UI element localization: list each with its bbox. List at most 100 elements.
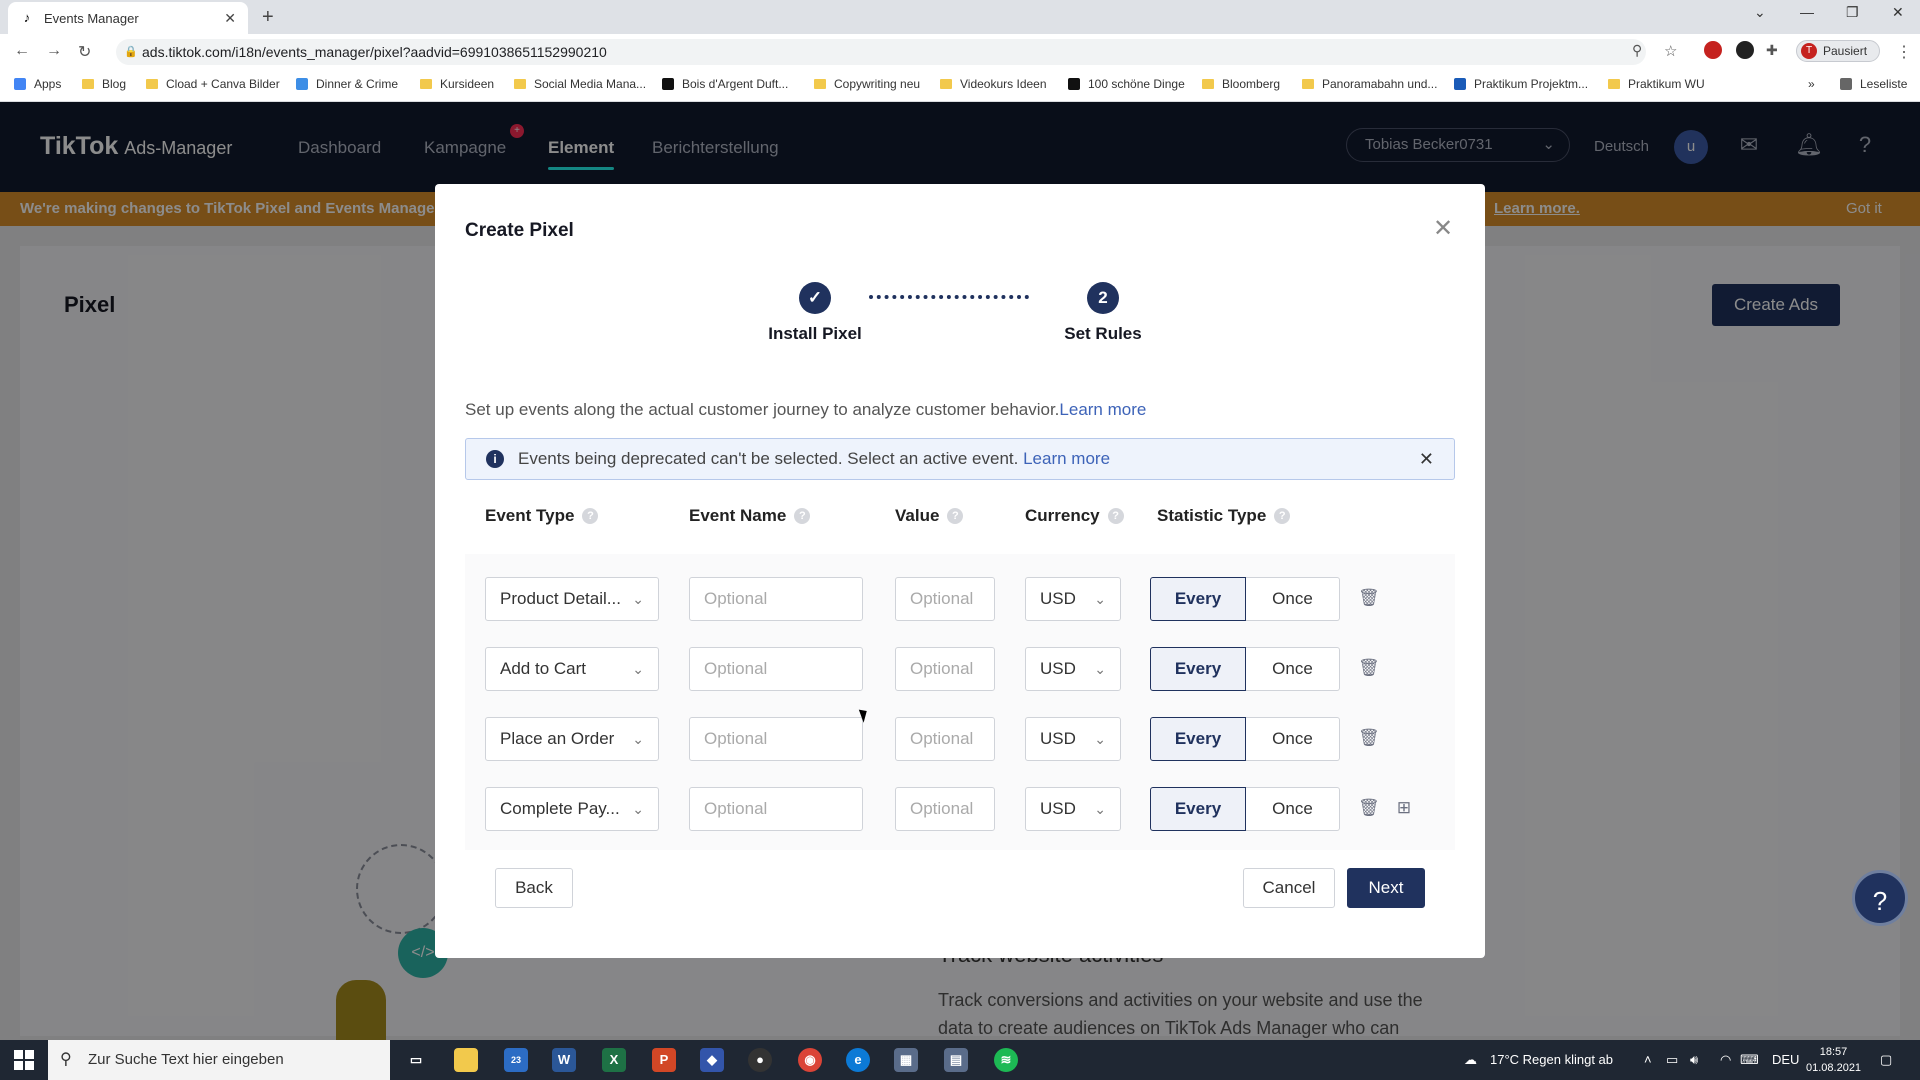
statistic-every-toggle[interactable]: Every xyxy=(1150,647,1246,691)
taskbar-search-input[interactable]: ⚲ Zur Suche Text hier eingeben xyxy=(48,1040,390,1080)
statistic-every-toggle[interactable]: Every xyxy=(1150,717,1246,761)
event-type-select[interactable]: Place an Order ⌄ xyxy=(485,717,659,761)
event-name-input[interactable]: Optional xyxy=(689,787,863,831)
bookmark-item[interactable]: Cload + Canva Bilder xyxy=(146,77,280,91)
cancel-button[interactable]: Cancel xyxy=(1243,868,1335,908)
event-type-select[interactable]: Product Detail... ⌄ xyxy=(485,577,659,621)
trash-icon[interactable]: 🗑︎ xyxy=(1358,658,1380,678)
adblock-extension-icon[interactable] xyxy=(1704,41,1722,59)
statistic-every-toggle[interactable]: Every xyxy=(1150,787,1246,831)
help-question-icon[interactable]: ? xyxy=(582,508,599,524)
bookmark-item[interactable]: Panoramabahn und... xyxy=(1302,77,1437,91)
grammarly-extension-icon[interactable] xyxy=(1736,41,1754,59)
keyboard-icon[interactable]: ⌨ xyxy=(1740,1052,1759,1068)
task-view-icon[interactable]: ▭ xyxy=(404,1048,428,1072)
volume-icon[interactable]: 🔊︎ xyxy=(1690,1052,1698,1068)
zoom-icon[interactable]: ⚲ xyxy=(1632,42,1642,59)
event-name-input[interactable]: Optional xyxy=(689,647,863,691)
bookmark-item[interactable]: Bois d'Argent Duft... xyxy=(662,77,788,91)
obs-icon[interactable]: ● xyxy=(748,1048,772,1072)
battery-icon[interactable]: ▭ xyxy=(1666,1052,1678,1068)
dismiss-info-icon[interactable]: ✕ xyxy=(1419,439,1434,479)
bookmark-item[interactable]: Praktikum Projektm... xyxy=(1454,77,1588,91)
value-input[interactable]: Optional xyxy=(895,787,995,831)
close-tab-icon[interactable]: ✕ xyxy=(224,10,236,27)
maximize-icon[interactable]: ❐ xyxy=(1846,4,1859,21)
close-window-icon[interactable]: ✕ xyxy=(1892,4,1904,21)
value-input[interactable]: Optional xyxy=(895,577,995,621)
bookmark-item[interactable]: Social Media Mana... xyxy=(514,77,646,91)
event-name-input[interactable]: Optional xyxy=(689,577,863,621)
next-button[interactable]: Next xyxy=(1347,868,1425,908)
bookmark-item[interactable]: 100 schöne Dinge xyxy=(1068,77,1185,91)
statistic-every-toggle[interactable]: Every xyxy=(1150,577,1246,621)
event-name-input[interactable]: Optional xyxy=(689,717,863,761)
browser-tab[interactable]: ♪ Events Manager ✕ xyxy=(8,2,248,34)
forward-arrow-icon[interactable]: → xyxy=(46,42,62,60)
browser-menu-icon[interactable]: ⋮ xyxy=(1896,42,1912,62)
new-tab-icon[interactable]: + xyxy=(262,7,274,27)
help-question-icon[interactable]: ? xyxy=(1274,508,1291,524)
info-learn-more-link[interactable]: Learn more xyxy=(1023,449,1110,468)
trash-icon[interactable]: 🗑︎ xyxy=(1358,588,1380,608)
bookmark-star-icon[interactable]: ☆ xyxy=(1664,42,1677,60)
spotify-icon[interactable]: ≋ xyxy=(994,1048,1018,1072)
minimize-icon[interactable]: — xyxy=(1800,4,1814,20)
windows-start-icon[interactable] xyxy=(14,1050,34,1070)
extensions-puzzle-icon[interactable]: ✚ xyxy=(1766,42,1778,59)
help-question-icon[interactable]: ? xyxy=(794,508,811,524)
excel-icon[interactable]: X xyxy=(602,1048,626,1072)
intro-learn-more-link[interactable]: Learn more xyxy=(1059,400,1146,419)
bookmark-item[interactable]: Videokurs Ideen xyxy=(940,77,1047,91)
statistic-once-toggle[interactable]: Once xyxy=(1246,717,1340,761)
trash-icon[interactable]: 🗑︎ xyxy=(1358,728,1380,748)
weather-text[interactable]: 17°C Regen klingt ab xyxy=(1490,1052,1613,1067)
bookmark-item[interactable]: Blog xyxy=(82,77,126,91)
app-icon[interactable]: ◆ xyxy=(700,1048,724,1072)
add-row-icon[interactable]: ⊞ xyxy=(1395,798,1413,818)
reading-list[interactable]: Leseliste xyxy=(1840,77,1907,91)
statistic-once-toggle[interactable]: Once xyxy=(1246,787,1340,831)
statistic-once-toggle[interactable]: Once xyxy=(1246,577,1340,621)
currency-select[interactable]: USD ⌄ xyxy=(1025,787,1121,831)
address-bar[interactable]: 🔒 ads.tiktok.com/i18n/events_manager/pix… xyxy=(116,39,1646,65)
currency-select[interactable]: USD ⌄ xyxy=(1025,577,1121,621)
back-arrow-icon[interactable]: ← xyxy=(14,42,30,60)
bookmark-item[interactable]: Kursideen xyxy=(420,77,494,91)
input-language[interactable]: DEU xyxy=(1772,1052,1799,1067)
app-icon[interactable]: ▦ xyxy=(894,1048,918,1072)
wifi-icon[interactable]: ◠ xyxy=(1720,1052,1731,1068)
help-chat-button[interactable]: ? xyxy=(1852,870,1908,926)
chrome-icon[interactable]: ◉ xyxy=(798,1048,822,1072)
currency-select[interactable]: USD ⌄ xyxy=(1025,717,1121,761)
app-icon[interactable]: ▤ xyxy=(944,1048,968,1072)
bookmark-apps[interactable]: Apps xyxy=(14,77,61,91)
close-icon[interactable]: ✕ xyxy=(1433,214,1453,243)
reload-icon[interactable]: ↻ xyxy=(78,42,91,62)
edge-icon[interactable]: e xyxy=(846,1048,870,1072)
system-clock[interactable]: 18:57 01.08.2021 xyxy=(1806,1044,1861,1076)
bookmark-item[interactable]: Dinner & Crime xyxy=(296,77,398,91)
bookmark-item[interactable]: Praktikum WU xyxy=(1608,77,1705,91)
mail-icon[interactable]: 23 xyxy=(504,1048,528,1072)
bookmark-item[interactable]: Bloomberg xyxy=(1202,77,1280,91)
currency-select[interactable]: USD ⌄ xyxy=(1025,647,1121,691)
event-type-select[interactable]: Add to Cart ⌄ xyxy=(485,647,659,691)
help-question-icon[interactable]: ? xyxy=(1107,508,1124,524)
value-input[interactable]: Optional xyxy=(895,647,995,691)
help-question-icon[interactable]: ? xyxy=(947,508,964,524)
profile-button[interactable]: T Pausiert xyxy=(1796,40,1880,62)
bookmark-item[interactable]: Copywriting neu xyxy=(814,77,920,91)
back-button[interactable]: Back xyxy=(495,868,573,908)
tray-chevron-up-icon[interactable]: ˄ xyxy=(1644,1052,1652,1067)
trash-icon[interactable]: 🗑︎ xyxy=(1358,798,1380,818)
tab-search-icon[interactable]: ⌄ xyxy=(1754,4,1766,21)
value-input[interactable]: Optional xyxy=(895,717,995,761)
notifications-icon[interactable]: ▢ xyxy=(1880,1052,1892,1068)
statistic-once-toggle[interactable]: Once xyxy=(1246,647,1340,691)
word-icon[interactable]: W xyxy=(552,1048,576,1072)
more-bookmarks-icon[interactable]: » xyxy=(1808,77,1815,91)
event-type-select[interactable]: Complete Pay... ⌄ xyxy=(485,787,659,831)
file-explorer-icon[interactable] xyxy=(454,1048,478,1072)
powerpoint-icon[interactable]: P xyxy=(652,1048,676,1072)
